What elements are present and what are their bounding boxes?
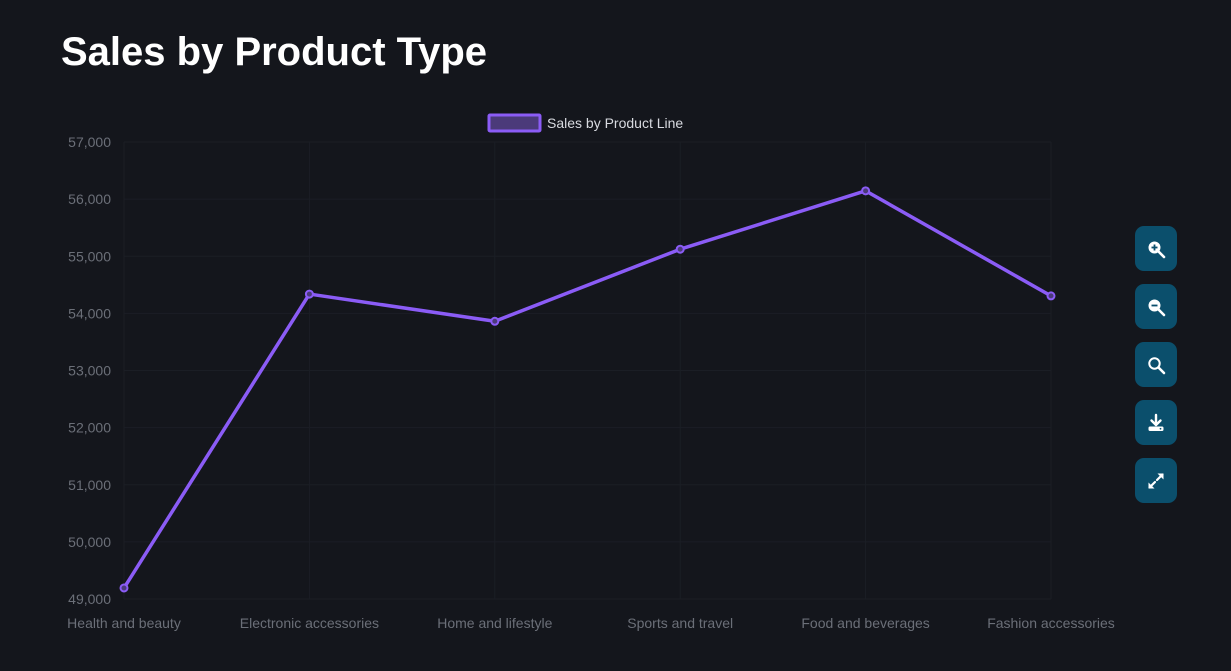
y-tick-label: 51,000 (68, 477, 111, 493)
fullscreen-button[interactable] (1135, 458, 1177, 503)
y-tick-label: 56,000 (68, 191, 111, 207)
legend[interactable]: Sales by Product Line (487, 113, 683, 133)
download-icon (1148, 413, 1164, 431)
zoom-out-icon (1148, 299, 1166, 316)
line-chart: 49,000 50,000 51,000 52,000 53,000 54,000 55,0… (67, 113, 1115, 631)
y-tick-label: 49,000 (68, 591, 111, 607)
x-tick-label: Fashion accessories (987, 615, 1115, 631)
legend-label[interactable]: Sales by Product Line (547, 115, 683, 131)
zoom-reset-icon (1148, 356, 1166, 374)
y-tick-label: 53,000 (68, 363, 111, 379)
y-tick-label: 55,000 (68, 248, 111, 264)
data-point[interactable] (1046, 291, 1056, 301)
data-point[interactable] (490, 316, 500, 326)
zoom-in-button[interactable] (1135, 226, 1177, 271)
y-axis: 49,000 50,000 51,000 52,000 53,000 54,000 55,0… (68, 134, 111, 607)
zoom-out-button[interactable] (1135, 284, 1177, 329)
y-tick-label: 52,000 (68, 420, 111, 436)
x-axis: Health and beauty Electronic accessories H… (67, 615, 1115, 631)
legend-swatch[interactable] (487, 113, 542, 133)
data-point[interactable] (675, 244, 685, 254)
fullscreen-icon (1148, 472, 1164, 489)
chart-toolbar (1135, 226, 1177, 503)
data-point[interactable] (304, 289, 314, 299)
y-tick-label: 57,000 (68, 134, 111, 150)
chart-page: Sales by Product Type 49,000 50,000 51,000… (0, 0, 1231, 671)
series-layer (119, 186, 1056, 593)
zoom-reset-button[interactable] (1135, 342, 1177, 387)
x-tick-label: Electronic accessories (240, 615, 379, 631)
zoom-in-icon (1148, 241, 1166, 258)
download-button[interactable] (1135, 400, 1177, 445)
x-tick-label: Home and lifestyle (437, 615, 552, 631)
x-tick-label: Health and beauty (67, 615, 181, 631)
data-point[interactable] (119, 583, 129, 593)
x-tick-label: Food and beverages (801, 615, 929, 631)
y-tick-label: 50,000 (68, 534, 111, 550)
data-point[interactable] (861, 186, 871, 196)
y-tick-label: 54,000 (68, 305, 111, 321)
series-line (122, 189, 1053, 590)
x-tick-label: Sports and travel (627, 615, 733, 631)
